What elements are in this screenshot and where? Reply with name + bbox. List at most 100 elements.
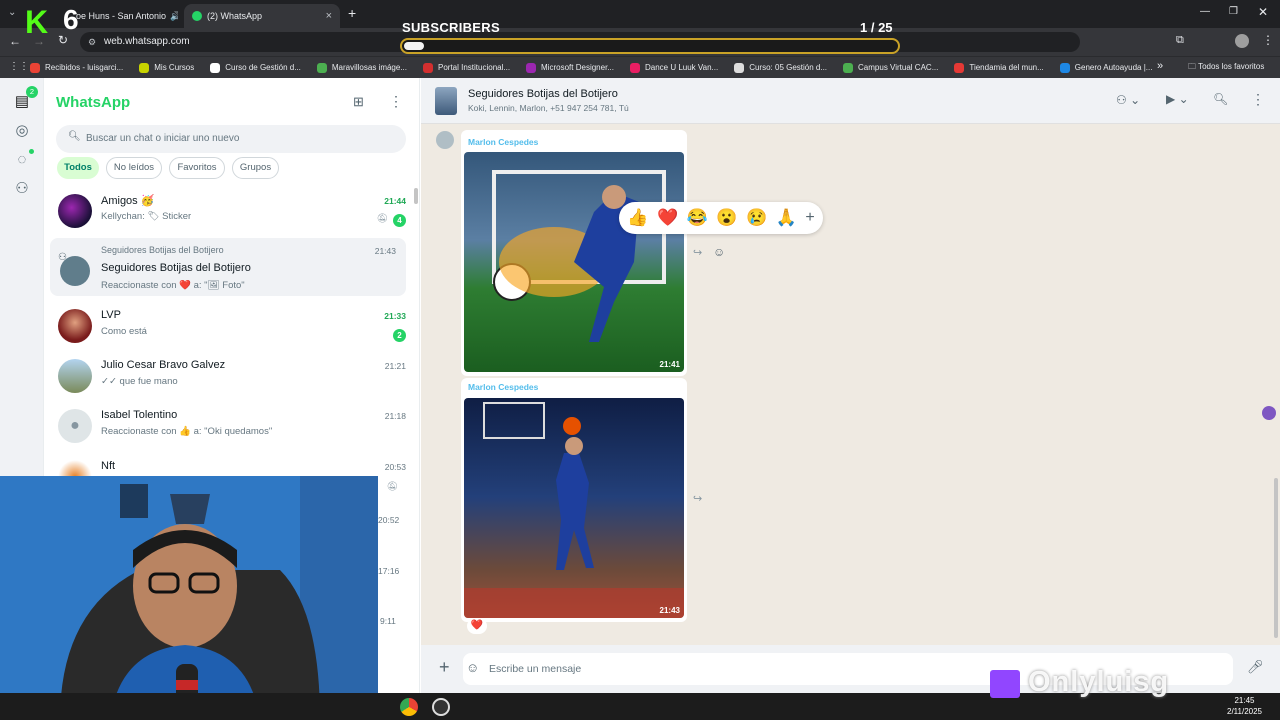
apps-icon[interactable]: ⋮⋮ xyxy=(9,61,29,72)
conversation-scrollbar[interactable] xyxy=(1274,478,1278,638)
minimize-icon[interactable]: — xyxy=(1200,6,1210,17)
community-icon: ⚇ xyxy=(58,252,67,263)
bookmark-favicon-icon xyxy=(629,62,640,73)
conversation-panel: Seguidores Botijas del Botijero Koki, Le… xyxy=(421,78,1280,693)
chat-item-julio[interactable]: Julio Cesar Bravo Galvez ✓✓ que fue mano… xyxy=(44,353,420,403)
whatsapp-favicon-icon xyxy=(192,11,202,21)
filter-grupos[interactable]: Grupos xyxy=(232,157,279,179)
stream-logo: K 6 xyxy=(25,4,81,40)
chat-item-amigos[interactable]: Amigos 🥳 Kellychan: 🏷 Sticker 21:44 🔕︎ 4 xyxy=(44,188,420,238)
bookmark-label: Campus Virtual CAC... xyxy=(858,63,939,72)
video-call-icon[interactable]: ▶ ⌄ xyxy=(1166,92,1189,106)
reaction-heart[interactable]: ❤️ xyxy=(657,208,678,228)
bookmarks-overflow-icon[interactable]: » xyxy=(1157,60,1163,72)
reaction-pray[interactable]: 🙏 xyxy=(776,208,797,228)
emoji-icon[interactable]: ☺ xyxy=(466,660,479,675)
conversation-header[interactable]: Seguidores Botijas del Botijero Koki, Le… xyxy=(421,78,1280,124)
bookmark-item[interactable]: Maravillosas imáge... xyxy=(316,62,407,73)
menu-icon[interactable]: ⋮ xyxy=(1251,91,1265,108)
bookmark-favicon-icon xyxy=(954,62,965,73)
reaction-laugh[interactable]: 😂 xyxy=(687,208,708,228)
extensions-icon[interactable]: ⧉ xyxy=(1176,34,1184,47)
filter-no-leidos[interactable]: No leídos xyxy=(106,157,162,179)
chat-time: 17:16 xyxy=(378,566,400,576)
scrollbar[interactable] xyxy=(414,188,418,204)
forward-icon[interactable]: ↪ xyxy=(693,492,702,505)
bookmark-item[interactable]: Portal Institucional... xyxy=(423,62,511,73)
new-tab-icon[interactable]: + xyxy=(348,5,356,21)
my-reaction[interactable]: ❤️ xyxy=(467,618,487,634)
message-sender: Marlon Cespedes xyxy=(468,382,539,392)
search-icon[interactable]: 🔍︎ xyxy=(1213,92,1228,106)
chat-name: Isabel Tolentino xyxy=(101,409,178,421)
bookmark-label: Mis Cursos xyxy=(154,63,195,72)
bookmark-label: Genero Autoayuda |... xyxy=(1074,63,1153,72)
bookmark-item[interactable]: Microsoft Designer... xyxy=(526,62,614,73)
bookmark-label: Dance U Luuk Van... xyxy=(644,63,719,72)
unread-badge: 2 xyxy=(393,329,406,342)
bookmark-item[interactable]: Curso: 05 Gestión d... xyxy=(734,62,827,73)
chat-preview: Como está xyxy=(101,326,147,337)
taskbar-obs-icon[interactable] xyxy=(432,698,450,716)
bookmark-item[interactable]: Genero Autoayuda |... xyxy=(1059,62,1153,73)
system-clock[interactable]: 21:45 2/11/2025 xyxy=(1227,695,1262,717)
group-members: Koki, Lennin, Marlon, +51 947 254 781, T… xyxy=(468,103,629,113)
chat-item-lvp[interactable]: LVP Como está 21:33 2 xyxy=(44,303,420,353)
window-close-icon[interactable]: ✕ xyxy=(1258,5,1268,19)
maximize-icon[interactable]: ❐ xyxy=(1229,6,1238,17)
message-image-basketball[interactable]: 21:43 xyxy=(464,398,684,618)
group-avatar xyxy=(435,87,457,115)
message-image-soccer[interactable]: 21:41 xyxy=(464,152,684,372)
chat-item-isabel[interactable]: ● Isabel Tolentino Reaccionaste con 👍 a:… xyxy=(44,403,420,453)
close-icon[interactable]: × xyxy=(326,10,332,22)
audio-icon[interactable]: 🔊 xyxy=(170,11,178,22)
bookmark-favicon-icon xyxy=(734,62,745,73)
bookmark-item[interactable]: Curso de Gestión d... xyxy=(210,62,301,73)
browser-menu-icon[interactable]: ⋮ xyxy=(1262,33,1274,47)
new-chat-icon[interactable]: ⊞ xyxy=(353,94,364,110)
bookmark-item[interactable]: Tiendamia del mun... xyxy=(954,62,1044,73)
menu-icon[interactable]: ⋮ xyxy=(389,93,403,110)
avatar xyxy=(58,194,92,228)
chat-item-seguidores[interactable]: Seguidores Botijas del Botijero ⚇ Seguid… xyxy=(50,238,406,296)
chat-time: 9:11 xyxy=(380,616,396,626)
app-title: WhatsApp xyxy=(56,94,131,111)
bookmark-item[interactable]: Dance U Luuk Van... xyxy=(629,62,719,73)
filter-favoritos[interactable]: Favoritos xyxy=(169,157,225,179)
attach-icon[interactable]: + xyxy=(439,657,450,678)
bookmark-item[interactable]: Recibidos - luisgarci... xyxy=(30,62,123,73)
tab-whatsapp[interactable]: (2) WhatsApp × xyxy=(184,4,340,28)
reaction-sad[interactable]: 😢 xyxy=(746,208,767,228)
all-bookmarks[interactable]: 🗀 Todos los favoritos xyxy=(1188,61,1264,75)
bookmark-item[interactable]: Mis Cursos xyxy=(139,62,195,73)
reaction-thumbs-up[interactable]: 👍 xyxy=(627,208,648,228)
bookmark-label: Tiendamia del mun... xyxy=(969,63,1044,72)
search-input[interactable]: Buscar un chat o iniciar uno nuevo xyxy=(56,125,406,153)
reaction-wow[interactable]: 😮 xyxy=(716,208,737,228)
extension-side-icon[interactable] xyxy=(1262,406,1276,420)
all-bookmarks-label: Todos los favoritos xyxy=(1198,62,1265,71)
profile-avatar[interactable] xyxy=(1235,34,1249,48)
tab-list-icon[interactable]: ⌄ xyxy=(8,7,16,18)
filter-todos[interactable]: Todos xyxy=(57,157,99,179)
bookmark-favicon-icon xyxy=(316,62,327,73)
forward-icon[interactable]: ↪ xyxy=(693,246,702,259)
emoji-react-icon[interactable]: ☺ xyxy=(713,245,725,259)
bookmark-label: Curso de Gestión d... xyxy=(225,63,301,72)
site-info-icon[interactable]: ⚙ xyxy=(88,32,96,52)
bookmark-favicon-icon xyxy=(139,62,150,73)
back-icon[interactable]: ← xyxy=(9,34,21,48)
subscribers-progress-fill xyxy=(404,42,424,50)
webcam-person-art xyxy=(0,476,378,720)
status-icon[interactable]: ◎ xyxy=(12,121,32,141)
taskbar-app-icon[interactable] xyxy=(400,698,418,716)
microphone-icon[interactable]: 🎤︎ xyxy=(1247,659,1264,675)
bookmark-favicon-icon xyxy=(423,62,433,73)
group-call-icon[interactable]: ⚇ ⌄ xyxy=(1116,93,1140,107)
chat-name: Amigos 🥳 xyxy=(101,195,155,207)
unread-badge: 4 xyxy=(393,214,406,227)
bookmark-item[interactable]: Campus Virtual CAC... xyxy=(843,62,939,73)
more-reactions-icon[interactable]: + xyxy=(805,209,814,227)
bookmark-label: Portal Institucional... xyxy=(438,63,511,72)
communities-icon[interactable]: ⚇ xyxy=(12,179,32,199)
